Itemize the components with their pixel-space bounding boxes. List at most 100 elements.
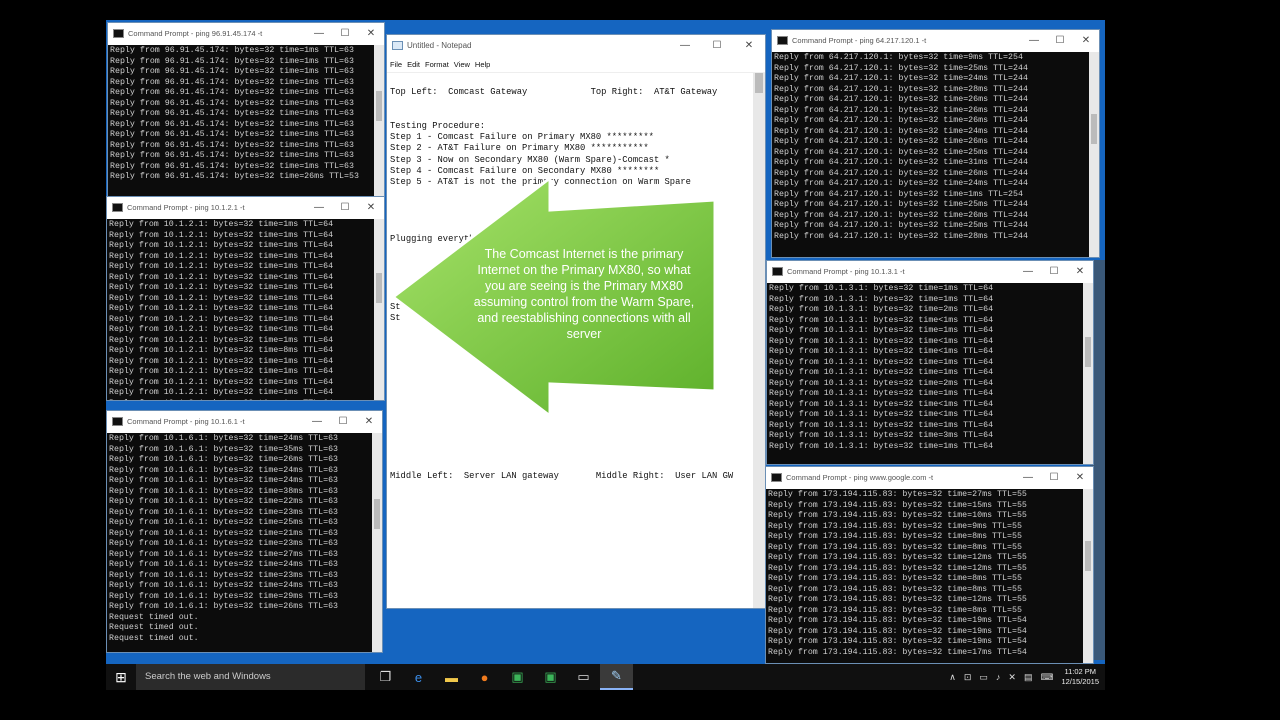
console-icon — [772, 267, 783, 276]
cmd-window-google[interactable]: Command Prompt - ping www.google.com -t … — [765, 466, 1094, 664]
action-center-icon[interactable]: ▤ — [1024, 672, 1033, 683]
console-line: Reply from 64.217.120.1: bytes=32 time=2… — [774, 179, 1028, 188]
edge-browser-icon[interactable]: e — [402, 664, 435, 690]
task-view-icon[interactable]: ❐ — [369, 664, 402, 690]
scrollbar[interactable] — [1089, 52, 1099, 257]
scrollbar[interactable] — [1083, 489, 1093, 663]
scrollbar[interactable] — [372, 433, 382, 652]
console-line: Reply from 173.194.115.83: bytes=32 time… — [768, 605, 1022, 615]
cmd-window-att-gateway[interactable]: Command Prompt - ping 64.217.120.1 -t — ☐… — [771, 29, 1100, 258]
console-line: Reply from 173.194.115.83: bytes=32 time… — [768, 490, 1027, 499]
console-line: Reply from 10.1.2.1: bytes=32 time=1ms T… — [109, 283, 334, 292]
volume-icon[interactable]: ♪ — [996, 672, 1001, 682]
scrollbar[interactable] — [374, 45, 384, 197]
battery-icon[interactable]: ▭ — [979, 672, 988, 683]
title-bar[interactable]: Command Prompt - ping 64.217.120.1 -t — ☐… — [772, 30, 1099, 52]
console-line: Request timed out. — [109, 633, 199, 643]
spreadsheet-app-icon[interactable]: ▣ — [501, 664, 534, 690]
minimize-button[interactable]: — — [306, 23, 332, 45]
keyboard-icon[interactable]: ⌨ — [1040, 672, 1053, 683]
maximize-button[interactable]: ☐ — [1041, 467, 1067, 489]
console-line: Reply from 10.1.6.1: bytes=32 time=22ms … — [109, 497, 339, 506]
console-line: Reply from 10.1.6.1: bytes=32 time=38ms … — [109, 486, 339, 496]
console-line: Reply from 10.1.3.1: bytes=32 time=1ms T… — [769, 294, 994, 304]
close-button[interactable]: ✕ — [356, 411, 382, 433]
console-line: Reply from 96.91.45.174: bytes=32 time=1… — [110, 77, 354, 87]
console-output: Reply from 10.1.3.1: bytes=32 time=1ms T… — [767, 283, 1083, 464]
console-line: Reply from 10.1.3.1: bytes=32 time=1ms T… — [769, 326, 994, 335]
network-device-icon[interactable]: ⊡ — [964, 672, 972, 683]
menu-edit[interactable]: Edit — [407, 60, 420, 69]
close-button[interactable]: ✕ — [733, 35, 765, 57]
console-line: Reply from 96.91.45.174: bytes=32 time=1… — [110, 140, 354, 150]
scrollbar[interactable] — [753, 73, 765, 608]
console-line: Reply from 10.1.6.1: bytes=32 time=26ms … — [109, 455, 339, 464]
maximize-button[interactable]: ☐ — [701, 35, 733, 57]
scrollbar[interactable] — [1083, 283, 1093, 464]
title-bar[interactable]: Command Prompt - ping www.google.com -t … — [766, 467, 1093, 489]
console-line: Reply from 10.1.6.1: bytes=32 time=24ms … — [109, 560, 339, 569]
maximize-button[interactable]: ☐ — [332, 197, 358, 219]
title-bar[interactable]: Command Prompt - ping 10.1.6.1 -t — ☐ ✕ — [107, 411, 382, 433]
console-line: Reply from 64.217.120.1: bytes=32 time=9… — [774, 53, 1023, 62]
clock[interactable]: 11:02 PM 12/15/2015 — [1061, 667, 1099, 687]
maximize-button[interactable]: ☐ — [330, 411, 356, 433]
console-line: Reply from 10.1.6.1: bytes=32 time=26ms … — [109, 602, 339, 611]
maximize-button[interactable]: ☐ — [1041, 261, 1067, 283]
windows-logo-icon: ⊞ — [115, 668, 127, 685]
console-line: Reply from 96.91.45.174: bytes=32 time=1… — [110, 161, 354, 171]
file-explorer-icon[interactable]: ▬ — [435, 664, 468, 690]
minimize-button[interactable]: — — [669, 35, 701, 57]
show-hidden-icons-icon[interactable]: ∧ — [949, 672, 956, 683]
title-bar[interactable]: Untitled - Notepad — ☐ ✕ — [387, 35, 765, 57]
cmd-window-user-lan[interactable]: Command Prompt - ping 10.1.6.1 -t — ☐ ✕ Re… — [106, 410, 383, 653]
search-box[interactable]: Search the web and Windows — [136, 664, 365, 690]
console-line: Reply from 10.1.2.1: bytes=32 time=1ms T… — [109, 388, 334, 397]
close-button[interactable]: ✕ — [1067, 261, 1093, 283]
console-icon — [777, 36, 788, 45]
console-line: Reply from 10.1.3.1: bytes=32 time=1ms T… — [769, 389, 994, 398]
menu-help[interactable]: Help — [475, 60, 490, 69]
scrollbar[interactable] — [374, 219, 384, 400]
console-line: Reply from 10.1.6.1: bytes=32 time=24ms … — [109, 465, 339, 475]
console-line: Reply from 10.1.2.1: bytes=32 time=1ms T… — [109, 356, 334, 366]
spreadsheet-app-2-icon[interactable]: ▣ — [534, 664, 567, 690]
menu-file[interactable]: File — [390, 60, 402, 69]
close-button[interactable]: ✕ — [358, 23, 384, 45]
minimize-button[interactable]: — — [1015, 261, 1041, 283]
menu-view[interactable]: View — [454, 60, 470, 69]
console-line: Reply from 96.91.45.174: bytes=32 time=1… — [110, 88, 354, 97]
menu-format[interactable]: Format — [425, 60, 449, 69]
cmd-window-user-lan-gw[interactable]: Command Prompt - ping 10.1.3.1 -t — ☐ ✕ Re… — [766, 260, 1094, 465]
close-button[interactable]: ✕ — [358, 197, 384, 219]
console-line: Reply from 64.217.120.1: bytes=32 time=2… — [774, 84, 1028, 94]
maximize-button[interactable]: ☐ — [1047, 30, 1073, 52]
console-line: Reply from 10.1.3.1: bytes=32 time=1ms T… — [769, 441, 994, 451]
console-line: Reply from 10.1.2.1: bytes=32 time=1ms T… — [109, 399, 374, 401]
console-line: Reply from 173.194.115.83: bytes=32 time… — [768, 574, 1022, 583]
cmd-window-comcast-gateway[interactable]: Command Prompt - ping 96.91.45.174 -t — ☐… — [107, 22, 385, 198]
console-line: Reply from 10.1.6.1: bytes=32 time=23ms … — [109, 570, 339, 580]
maximize-button[interactable]: ☐ — [332, 23, 358, 45]
network-disconnected-icon[interactable]: ✕ — [1008, 672, 1016, 683]
minimize-button[interactable]: — — [306, 197, 332, 219]
title-bar[interactable]: Command Prompt - ping 10.1.3.1 -t — ☐ ✕ — [767, 261, 1093, 283]
close-button[interactable]: ✕ — [1067, 467, 1093, 489]
cmd-window-server-lan[interactable]: Command Prompt - ping 10.1.2.1 -t — ☐ ✕ Re… — [106, 196, 385, 401]
command-prompt-icon[interactable]: ▭ — [567, 664, 600, 690]
minimize-button[interactable]: — — [1015, 467, 1041, 489]
notepad-taskbar-icon[interactable]: ✎ — [600, 664, 633, 690]
firefox-icon[interactable]: ● — [468, 664, 501, 690]
console-line: Request timed out. — [109, 612, 199, 622]
close-button[interactable]: ✕ — [1073, 30, 1099, 52]
window-title: Command Prompt - ping 10.1.3.1 -t — [787, 267, 905, 276]
title-bar[interactable]: Command Prompt - ping 96.91.45.174 -t — ☐… — [108, 23, 384, 45]
console-line: Reply from 10.1.2.1: bytes=32 time=1ms T… — [109, 314, 334, 324]
minimize-button[interactable]: — — [1021, 30, 1047, 52]
console-line: Reply from 10.1.3.1: bytes=32 time=2ms T… — [769, 378, 994, 388]
console-line: Reply from 64.217.120.1: bytes=32 time=2… — [774, 168, 1028, 178]
start-button[interactable]: ⊞ — [106, 664, 136, 690]
console-line: Reply from 10.1.2.1: bytes=32 time=1ms T… — [109, 241, 334, 250]
title-bar[interactable]: Command Prompt - ping 10.1.2.1 -t — ☐ ✕ — [107, 197, 384, 219]
minimize-button[interactable]: — — [304, 411, 330, 433]
